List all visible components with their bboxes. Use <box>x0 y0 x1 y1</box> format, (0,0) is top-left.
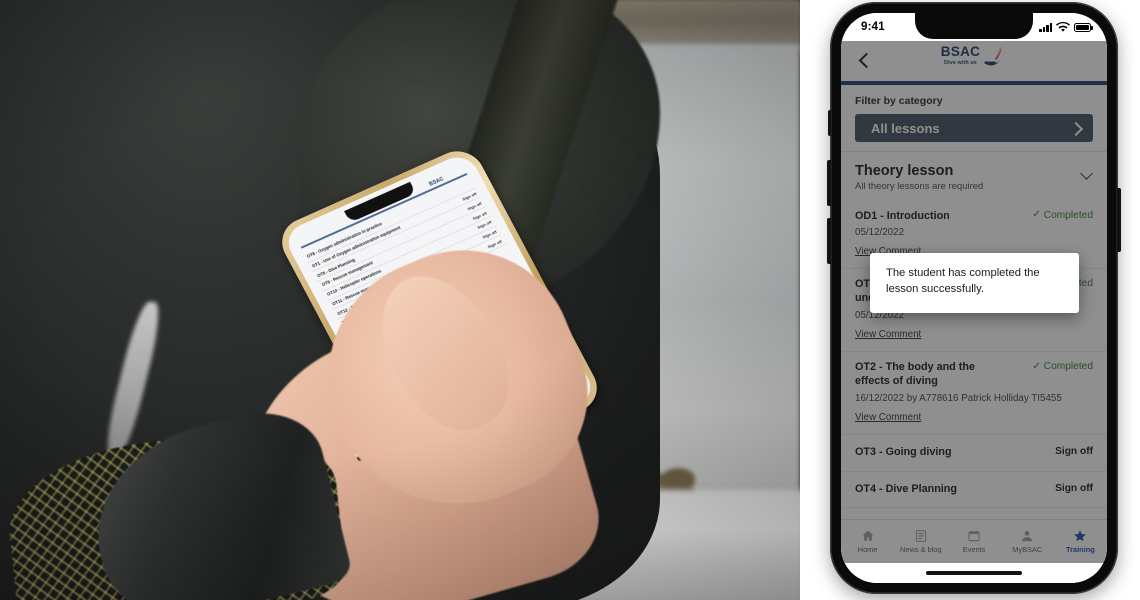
view-comment-link[interactable]: View Comment <box>855 412 921 423</box>
tab-training[interactable]: Training <box>1054 520 1107 563</box>
tooltip-message: The student has completed the lesson suc… <box>886 267 1040 295</box>
bsac-brand-tagline: Dive with us <box>944 59 977 66</box>
tab-mybsac[interactable]: MyBSAC <box>1001 520 1054 563</box>
chevron-right-icon <box>1069 122 1081 134</box>
lesson-title: OT2 - The body and the effects of diving <box>855 361 975 387</box>
filter-label: Filter by category <box>855 95 943 107</box>
lesson-header-row: OT2 - The body and the effects of diving… <box>855 361 1093 389</box>
tab-news-blog[interactable]: News & blog <box>894 520 947 563</box>
lifestyle-photo: BSAC OT8 - Oxygen administration in prac… <box>0 0 800 600</box>
lesson-title: OD1 - Introduction <box>855 209 950 222</box>
wifi-icon <box>1056 21 1070 32</box>
sign-off-button[interactable]: Sign off <box>1055 483 1093 494</box>
status-bar-time: 9:41 <box>861 21 885 33</box>
filter-category-select[interactable]: All lessons <box>855 114 1093 142</box>
news-icon <box>915 530 926 542</box>
lesson-header-row: OD1 - Introduction ✓ Completed <box>855 210 1093 224</box>
status-badge: ✓ Completed <box>1032 361 1093 372</box>
calendar-icon <box>968 530 980 542</box>
lesson-list: OD1 - Introduction ✓ Completed 05/12/202… <box>841 200 1107 519</box>
list-item[interactable]: OT4 - Dive Planning Sign off <box>841 472 1107 509</box>
view-comment-link[interactable]: View Comment <box>855 329 921 340</box>
list-item[interactable]: OT2 - The body and the effects of diving… <box>841 352 1107 435</box>
tab-label: Training <box>1066 545 1095 554</box>
lesson-meta: 05/12/2022 <box>855 227 905 239</box>
bsac-logo-text: BSAC Dive with us <box>941 45 980 66</box>
power-button[interactable] <box>1117 188 1121 252</box>
silence-switch[interactable] <box>828 110 831 136</box>
tab-events[interactable]: Events <box>947 520 1000 563</box>
phone-mockup: 9:41 BSAC Dive with us Filter by categor… <box>827 2 1121 594</box>
section-title: Theory lesson <box>855 163 954 179</box>
filter-selected-value: All lessons <box>871 120 940 136</box>
list-item[interactable]: OT3 - Going diving Sign off <box>841 435 1107 472</box>
phone-notch <box>915 13 1033 39</box>
bsac-swoosh-logo <box>981 45 1007 71</box>
lesson-meta: 16/12/2022 by A778616 Patrick Holliday T… <box>855 392 1062 404</box>
status-bar-indicators <box>1039 21 1093 33</box>
sign-off-button[interactable]: Sign off <box>1055 446 1093 457</box>
tab-home[interactable]: Home <box>841 520 894 563</box>
volume-up-button[interactable] <box>827 160 831 206</box>
home-icon <box>862 530 874 541</box>
volume-down-button[interactable] <box>827 218 831 264</box>
lesson-title: OT4 - Dive Planning <box>855 482 957 495</box>
person-icon <box>1022 531 1033 542</box>
status-badge: ✓ Completed <box>1032 210 1093 221</box>
filter-section: Filter by category All lessons <box>841 85 1107 142</box>
tab-label: News & blog <box>900 545 942 554</box>
bottom-tab-bar: Home News & blog Events MyBSAC Training <box>841 519 1107 563</box>
theory-section-header[interactable]: Theory lesson All theory lessons are req… <box>841 151 1107 201</box>
list-item[interactable]: OT5 - What happens if? Sign off <box>841 508 1107 519</box>
status-label: Completed <box>1043 209 1093 221</box>
cellular-signal-icon <box>1039 22 1052 32</box>
back-chevron-icon[interactable] <box>855 52 873 70</box>
battery-full-icon <box>1074 22 1093 32</box>
tab-label: MyBSAC <box>1012 545 1043 554</box>
section-subtitle: All theory lessons are required <box>855 180 984 192</box>
tab-label: Home <box>857 545 878 554</box>
lesson-header-row: OT4 - Dive Planning Sign off <box>855 483 1093 497</box>
photo-duck-head <box>663 468 695 488</box>
app-header: BSAC Dive with us <box>841 41 1107 81</box>
phone-screen: 9:41 BSAC Dive with us Filter by categor… <box>841 13 1107 583</box>
theory-section-titles: Theory lesson All theory lessons are req… <box>855 163 983 192</box>
bsac-brand-name: BSAC <box>940 44 981 59</box>
check-icon: ✓ <box>1032 360 1041 372</box>
bsac-logo: BSAC Dive with us <box>941 45 1007 71</box>
tab-label: Events <box>962 545 986 554</box>
status-label: Completed <box>1043 361 1093 373</box>
chevron-down-icon[interactable] <box>1079 167 1093 181</box>
star-icon <box>1074 530 1087 542</box>
screenshot-root: BSAC OT8 - Oxygen administration in prac… <box>0 0 1140 600</box>
comment-tooltip[interactable]: The student has completed the lesson suc… <box>870 253 1079 313</box>
check-icon: ✓ <box>1032 209 1041 221</box>
home-indicator <box>841 563 1107 583</box>
lesson-title: OT3 - Going diving <box>855 445 952 458</box>
lesson-header-row: OT3 - Going diving Sign off <box>855 446 1093 460</box>
